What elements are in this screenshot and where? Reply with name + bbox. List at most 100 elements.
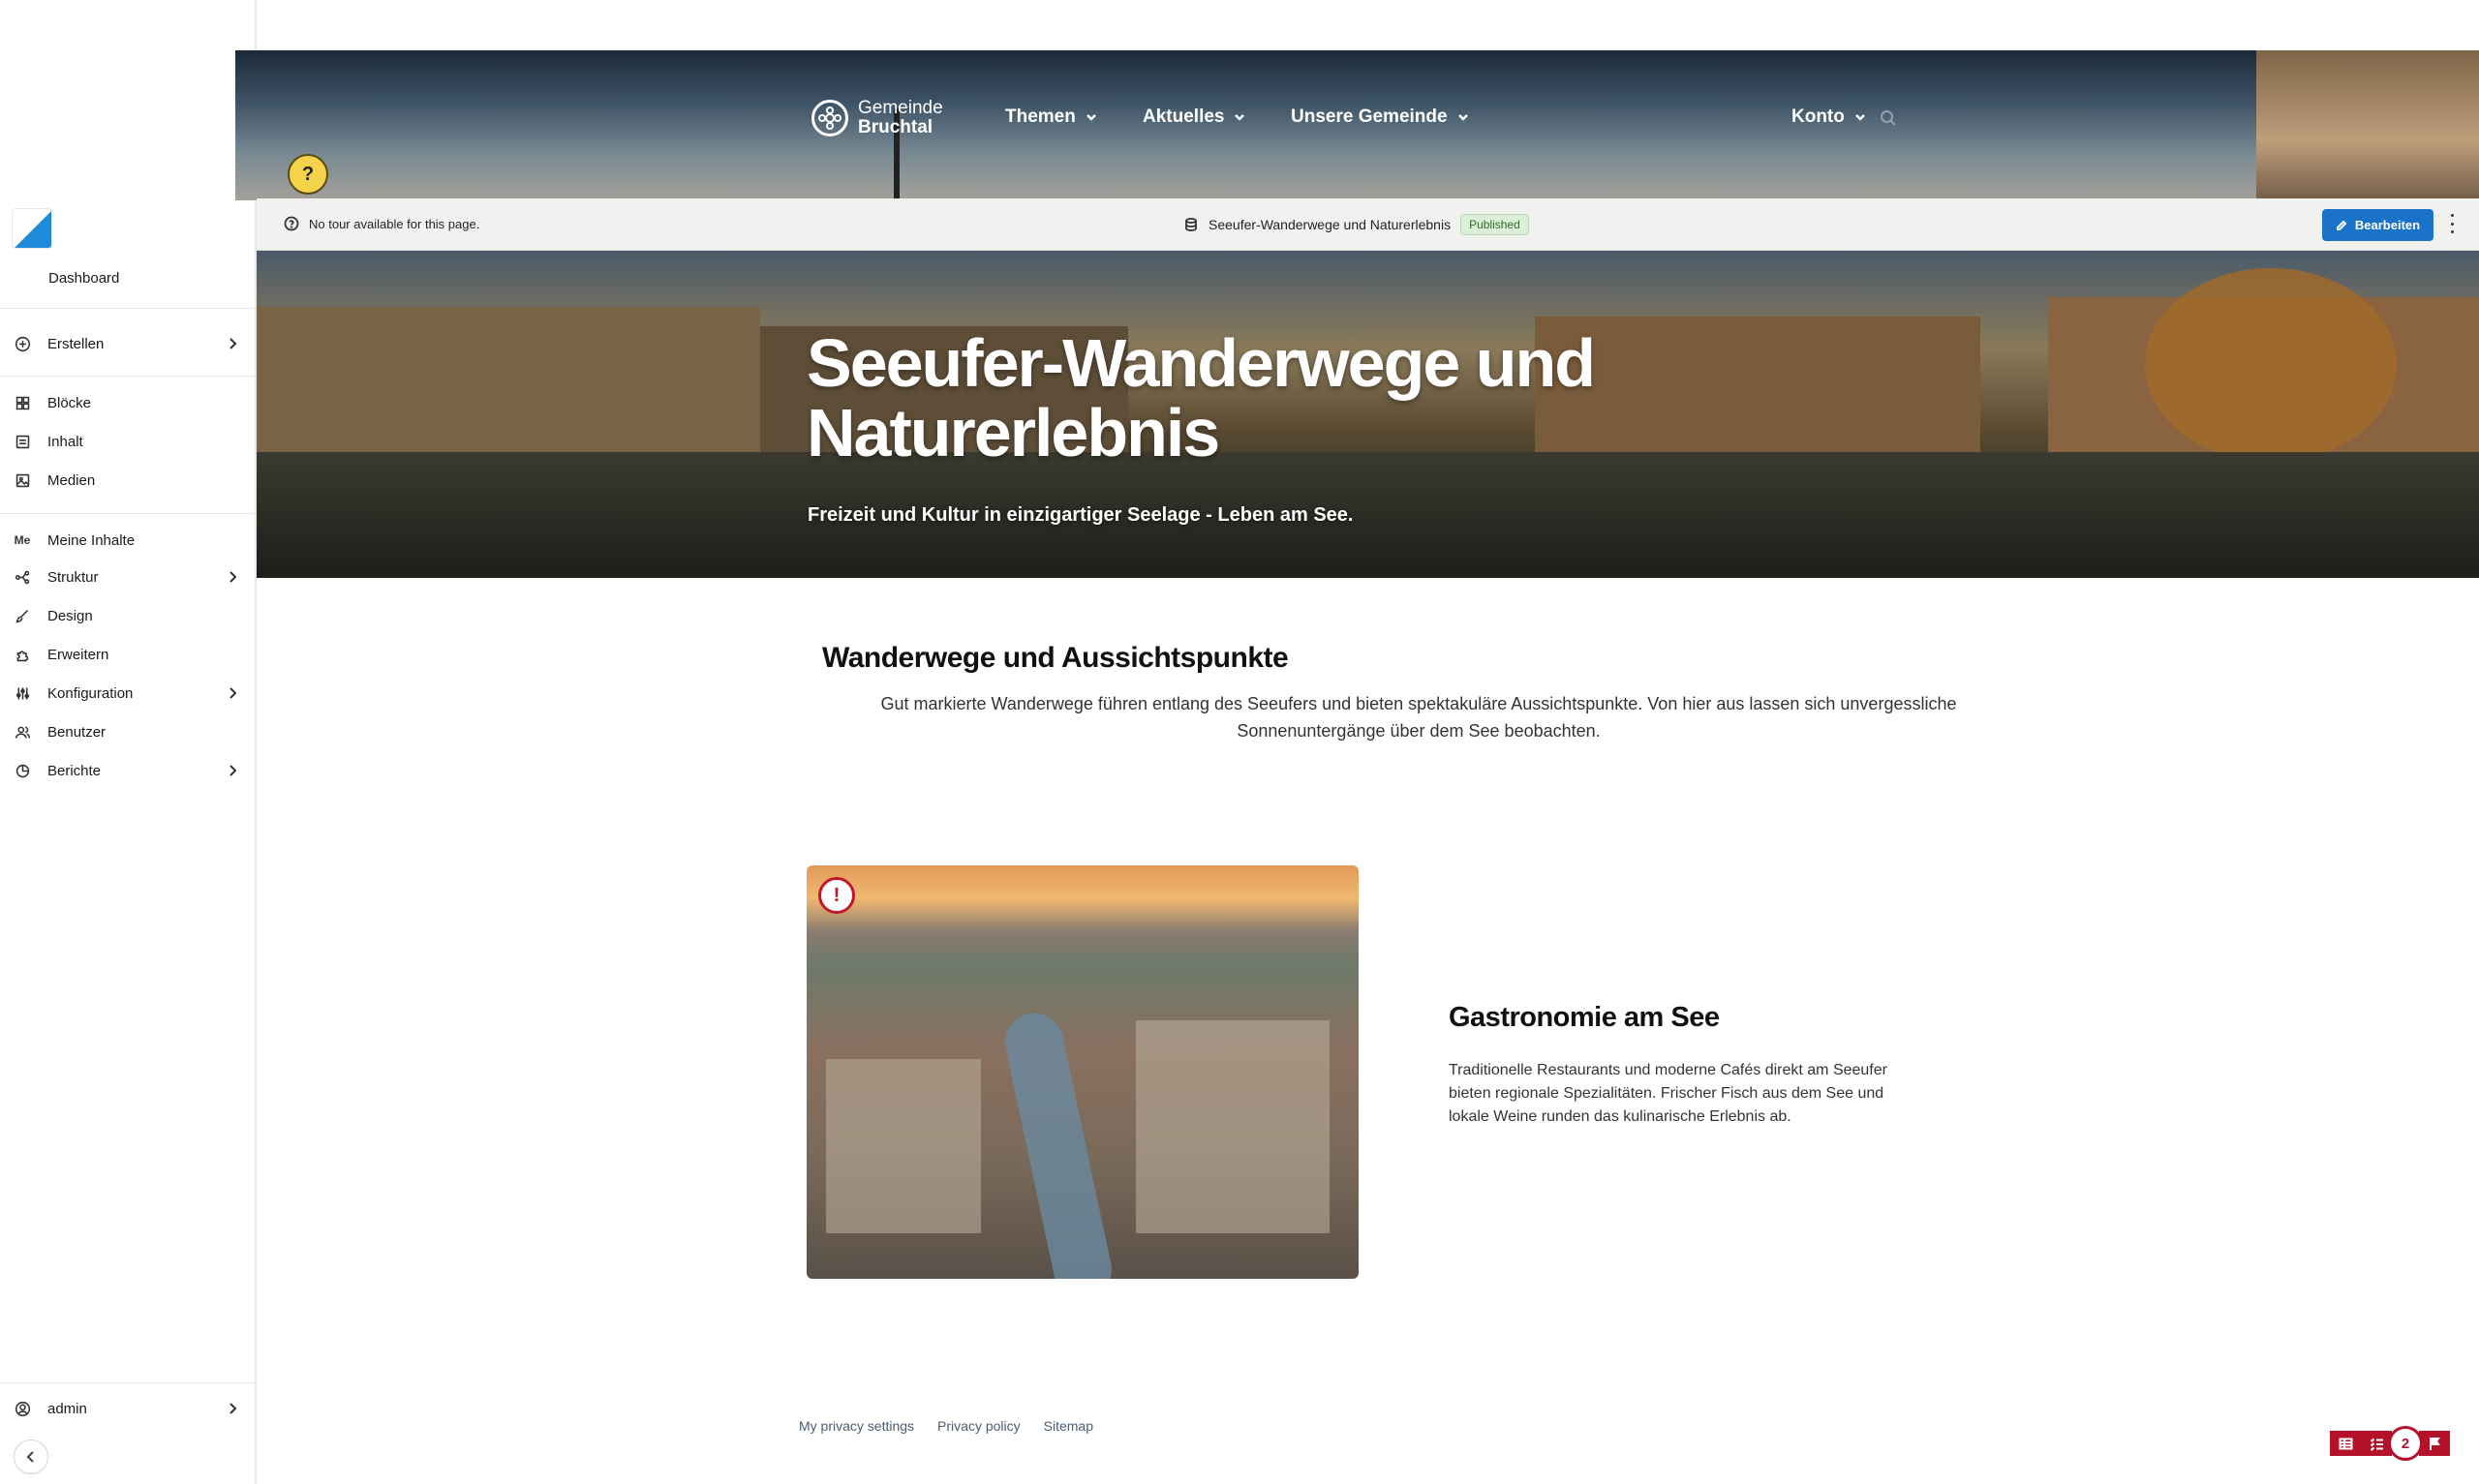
drupal-logo[interactable] (12, 208, 52, 249)
accessibility-alert-icon[interactable]: ! (818, 877, 855, 914)
sidebar-item-erstellen[interactable]: Erstellen (12, 328, 240, 359)
photo-river (999, 1008, 1117, 1279)
footer-link-sitemap[interactable]: Sitemap (1044, 1418, 1093, 1434)
municipality-logo-icon (811, 100, 848, 136)
sidebar-item-label: Inhalt (47, 433, 83, 450)
status-badge: Published (1460, 214, 1529, 235)
chevron-left-icon (26, 1451, 34, 1463)
nav-label: Themen (1005, 106, 1076, 127)
sidebar-item-label: Berichte (47, 762, 102, 779)
chevron-right-icon (225, 569, 240, 585)
page-toolbar: No tour available for this page. Seeufer… (257, 198, 2479, 251)
footer-links: My privacy settings Privacy policy Sitem… (799, 1418, 1093, 1434)
sidebar-item-erweitern[interactable]: Erweitern (12, 639, 240, 670)
admin-sidebar: Dashboard Erstellen Blöcke Inhalt Medien… (0, 0, 257, 1484)
collapse-sidebar-button[interactable] (14, 1439, 48, 1474)
flag-icon (2429, 1437, 2440, 1450)
media-image-icon (12, 469, 33, 491)
chevron-down-icon (1235, 114, 1245, 121)
sidebar-item-konfiguration[interactable]: Konfiguration (12, 678, 240, 709)
section-heading: Wanderwege und Aussichtspunkte (822, 642, 1289, 674)
sidebar-item-berichte[interactable]: Berichte (12, 755, 240, 786)
sidebar-item-medien[interactable]: Medien (12, 465, 240, 496)
sidebar-item-bloecke[interactable]: Blöcke (12, 387, 240, 418)
brand-name: Gemeinde Bruchtal (858, 99, 943, 137)
sidebar-item-inhalt[interactable]: Inhalt (12, 426, 240, 457)
sidebar-item-benutzer[interactable]: Benutzer (12, 716, 240, 747)
help-tour-button[interactable]: ? (288, 154, 328, 195)
devtools-table-button[interactable] (2330, 1431, 2361, 1456)
chevron-right-icon (225, 336, 240, 351)
brand-line-2: Bruchtal (858, 117, 933, 137)
chevron-down-icon (1086, 114, 1096, 121)
section-text: Traditionelle Restaurants und moderne Ca… (1449, 1062, 1887, 1125)
hero-water (257, 452, 2479, 578)
brand-line-1: Gemeinde (858, 98, 943, 118)
chevron-down-icon (1854, 114, 1865, 121)
photo-district (1136, 1020, 1330, 1233)
edit-button-label: Bearbeiten (2354, 218, 2421, 232)
sidebar-item-label: Design (47, 607, 93, 624)
user-circle-icon (12, 1398, 33, 1419)
puzzle-icon (12, 644, 33, 665)
sidebar-divider (0, 513, 255, 514)
header-background-building (2256, 50, 2479, 200)
users-icon (12, 721, 33, 742)
nav-aktuelles[interactable]: Aktuelles (1143, 106, 1246, 128)
devtools-bar: 2 (2330, 1426, 2450, 1461)
chart-pie-icon (12, 760, 33, 781)
edit-button[interactable]: Bearbeiten (2322, 209, 2433, 241)
hero-building (257, 307, 760, 462)
sidebar-item-label: Konfiguration (47, 684, 134, 702)
sidebar-item-label: admin (47, 1400, 87, 1417)
sidebar-item-meine-inhalte[interactable]: Me Meine Inhalte (12, 525, 240, 556)
footer-link-privacy-settings[interactable]: My privacy settings (799, 1418, 914, 1434)
sliders-icon (12, 682, 33, 704)
footer-link-privacy-policy[interactable]: Privacy policy (937, 1418, 1021, 1434)
paintbrush-icon (12, 605, 33, 626)
drupal-logo-mark (15, 211, 51, 248)
sidebar-item-label: Benutzer (47, 723, 107, 741)
sidebar-item-design[interactable]: Design (12, 600, 240, 631)
nav-label: Aktuelles (1143, 106, 1225, 127)
sidebar-item-label: Erweitern (47, 646, 109, 663)
nav-label: Unsere Gemeinde (1291, 106, 1448, 127)
chevron-right-icon (225, 763, 240, 778)
checklist-icon (2370, 1438, 2383, 1451)
nav-konto[interactable]: Konto (1791, 106, 1867, 128)
tour-note: No tour available for this page. (284, 216, 479, 231)
site-brand[interactable]: Gemeinde Bruchtal (811, 99, 943, 137)
photo-district (826, 1059, 981, 1233)
search-icon[interactable] (1879, 108, 1898, 128)
more-options-icon[interactable] (2448, 214, 2456, 233)
section-heading: Gastronomie am See (1449, 1002, 1720, 1033)
hero-tree (2145, 268, 2397, 462)
devtools-flag-button[interactable] (2419, 1431, 2450, 1456)
issue-count-badge[interactable]: 2 (2388, 1426, 2423, 1461)
pencil-icon (2336, 220, 2347, 230)
site-header: Gemeinde Bruchtal Themen Aktuelles Unser… (235, 50, 2479, 200)
hero-subtitle: Freizeit und Kultur in einzigartiger See… (808, 504, 1354, 526)
nav-themen[interactable]: Themen (1005, 106, 1098, 128)
nav-label: Konto (1791, 106, 1845, 127)
tour-note-text: No tour available for this page. (309, 216, 480, 231)
dashboard-link[interactable]: Dashboard (48, 270, 119, 287)
sidebar-item-label: Blöcke (47, 394, 92, 411)
sidebar-item-user[interactable]: admin (12, 1393, 240, 1424)
nav-unsere-gemeinde[interactable]: Unsere Gemeinde (1291, 106, 1470, 128)
city-aerial-photo: ! (807, 865, 1359, 1279)
hero-banner: Seeufer-Wanderwege und Naturerlebnis Fre… (257, 251, 2479, 578)
sidebar-divider (0, 308, 255, 309)
sidebar-item-struktur[interactable]: Struktur (12, 561, 240, 592)
sidebar-item-label: Meine Inhalte (47, 531, 136, 549)
chevron-right-icon (225, 1401, 240, 1416)
table-icon (2339, 1438, 2352, 1449)
chevron-down-icon (1457, 114, 1468, 121)
sidebar-item-label: Medien (47, 471, 96, 489)
plus-circle-icon (12, 333, 33, 354)
question-circle-icon (284, 216, 299, 231)
hero-title: Seeufer-Wanderwege und Naturerlebnis (807, 325, 1596, 470)
content-list-icon (12, 431, 33, 452)
blocks-grid-icon (12, 392, 33, 413)
structure-icon (12, 566, 33, 588)
